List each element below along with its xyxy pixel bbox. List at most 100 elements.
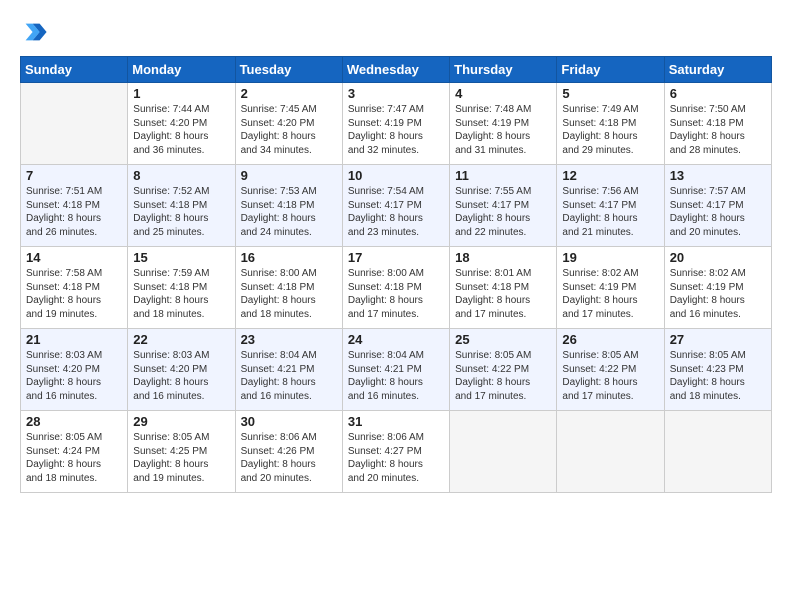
- calendar-cell: 18Sunrise: 8:01 AM Sunset: 4:18 PM Dayli…: [450, 247, 557, 329]
- day-info: Sunrise: 7:47 AM Sunset: 4:19 PM Dayligh…: [348, 103, 444, 157]
- day-info: Sunrise: 8:04 AM Sunset: 4:21 PM Dayligh…: [241, 349, 337, 403]
- header: [20, 18, 772, 46]
- calendar-cell: [21, 83, 128, 165]
- day-number: 28: [26, 414, 122, 429]
- calendar-cell: [450, 411, 557, 493]
- logo-icon: [20, 18, 48, 46]
- day-info: Sunrise: 8:03 AM Sunset: 4:20 PM Dayligh…: [26, 349, 122, 403]
- day-info: Sunrise: 7:45 AM Sunset: 4:20 PM Dayligh…: [241, 103, 337, 157]
- day-info: Sunrise: 8:00 AM Sunset: 4:18 PM Dayligh…: [241, 267, 337, 321]
- calendar-cell: [664, 411, 771, 493]
- day-info: Sunrise: 8:02 AM Sunset: 4:19 PM Dayligh…: [670, 267, 766, 321]
- weekday-header-tuesday: Tuesday: [235, 57, 342, 83]
- day-info: Sunrise: 8:06 AM Sunset: 4:26 PM Dayligh…: [241, 431, 337, 485]
- day-number: 3: [348, 86, 444, 101]
- calendar-cell: 14Sunrise: 7:58 AM Sunset: 4:18 PM Dayli…: [21, 247, 128, 329]
- day-number: 23: [241, 332, 337, 347]
- day-info: Sunrise: 8:05 AM Sunset: 4:24 PM Dayligh…: [26, 431, 122, 485]
- day-number: 16: [241, 250, 337, 265]
- calendar-cell: 10 Sunrise: 7:54 AM Sunset: 4:17 PM Dayli…: [342, 165, 449, 247]
- week-row-4: 21 Sunrise: 8:03 AM Sunset: 4:20 PM Dayli…: [21, 329, 772, 411]
- day-number: 13: [670, 168, 766, 183]
- calendar-cell: 29Sunrise: 8:05 AM Sunset: 4:25 PM Dayli…: [128, 411, 235, 493]
- week-row-2: 7 Sunrise: 7:51 AM Sunset: 4:18 PM Daylig…: [21, 165, 772, 247]
- calendar-cell: 5 Sunrise: 7:49 AM Sunset: 4:18 PM Daylig…: [557, 83, 664, 165]
- day-info: Sunrise: 7:56 AM Sunset: 4:17 PM Dayligh…: [562, 185, 658, 239]
- day-info: Sunrise: 7:57 AM Sunset: 4:17 PM Dayligh…: [670, 185, 766, 239]
- day-info: Sunrise: 7:49 AM Sunset: 4:18 PM Dayligh…: [562, 103, 658, 157]
- calendar-cell: 25 Sunrise: 8:05 AM Sunset: 4:22 PM Dayli…: [450, 329, 557, 411]
- day-number: 25: [455, 332, 551, 347]
- day-number: 27: [670, 332, 766, 347]
- calendar-cell: 15Sunrise: 7:59 AM Sunset: 4:18 PM Dayli…: [128, 247, 235, 329]
- calendar-cell: 11 Sunrise: 7:55 AM Sunset: 4:17 PM Dayli…: [450, 165, 557, 247]
- day-number: 9: [241, 168, 337, 183]
- calendar-cell: 22 Sunrise: 8:03 AM Sunset: 4:20 PM Dayli…: [128, 329, 235, 411]
- day-info: Sunrise: 8:00 AM Sunset: 4:18 PM Dayligh…: [348, 267, 444, 321]
- calendar-cell: 27 Sunrise: 8:05 AM Sunset: 4:23 PM Dayli…: [664, 329, 771, 411]
- day-number: 14: [26, 250, 122, 265]
- day-info: Sunrise: 7:50 AM Sunset: 4:18 PM Dayligh…: [670, 103, 766, 157]
- day-number: 17: [348, 250, 444, 265]
- calendar-cell: 1 Sunrise: 7:44 AM Sunset: 4:20 PM Daylig…: [128, 83, 235, 165]
- day-info: Sunrise: 7:44 AM Sunset: 4:20 PM Dayligh…: [133, 103, 229, 157]
- day-number: 1: [133, 86, 229, 101]
- day-number: 11: [455, 168, 551, 183]
- calendar-cell: 26Sunrise: 8:05 AM Sunset: 4:22 PM Dayli…: [557, 329, 664, 411]
- day-number: 30: [241, 414, 337, 429]
- calendar-cell: [557, 411, 664, 493]
- day-number: 7: [26, 168, 122, 183]
- calendar-cell: 24Sunrise: 8:04 AM Sunset: 4:21 PM Dayli…: [342, 329, 449, 411]
- calendar-cell: 28 Sunrise: 8:05 AM Sunset: 4:24 PM Dayli…: [21, 411, 128, 493]
- logo: [20, 18, 50, 46]
- day-info: Sunrise: 8:05 AM Sunset: 4:22 PM Dayligh…: [455, 349, 551, 403]
- calendar-cell: 31Sunrise: 8:06 AM Sunset: 4:27 PM Dayli…: [342, 411, 449, 493]
- day-info: Sunrise: 8:05 AM Sunset: 4:23 PM Dayligh…: [670, 349, 766, 403]
- day-number: 8: [133, 168, 229, 183]
- calendar-cell: 8 Sunrise: 7:52 AM Sunset: 4:18 PM Daylig…: [128, 165, 235, 247]
- calendar-cell: 23 Sunrise: 8:04 AM Sunset: 4:21 PM Dayli…: [235, 329, 342, 411]
- day-info: Sunrise: 7:54 AM Sunset: 4:17 PM Dayligh…: [348, 185, 444, 239]
- calendar-cell: 3 Sunrise: 7:47 AM Sunset: 4:19 PM Daylig…: [342, 83, 449, 165]
- day-info: Sunrise: 8:06 AM Sunset: 4:27 PM Dayligh…: [348, 431, 444, 485]
- calendar-cell: 12Sunrise: 7:56 AM Sunset: 4:17 PM Dayli…: [557, 165, 664, 247]
- day-number: 20: [670, 250, 766, 265]
- calendar-cell: 13 Sunrise: 7:57 AM Sunset: 4:17 PM Dayli…: [664, 165, 771, 247]
- weekday-header-friday: Friday: [557, 57, 664, 83]
- day-info: Sunrise: 7:52 AM Sunset: 4:18 PM Dayligh…: [133, 185, 229, 239]
- day-info: Sunrise: 7:53 AM Sunset: 4:18 PM Dayligh…: [241, 185, 337, 239]
- week-row-5: 28 Sunrise: 8:05 AM Sunset: 4:24 PM Dayli…: [21, 411, 772, 493]
- calendar-cell: 17 Sunrise: 8:00 AM Sunset: 4:18 PM Dayli…: [342, 247, 449, 329]
- day-info: Sunrise: 7:55 AM Sunset: 4:17 PM Dayligh…: [455, 185, 551, 239]
- day-number: 19: [562, 250, 658, 265]
- weekday-header-wednesday: Wednesday: [342, 57, 449, 83]
- day-number: 2: [241, 86, 337, 101]
- calendar-table: SundayMondayTuesdayWednesdayThursdayFrid…: [20, 56, 772, 493]
- day-number: 6: [670, 86, 766, 101]
- weekday-header-saturday: Saturday: [664, 57, 771, 83]
- day-info: Sunrise: 8:04 AM Sunset: 4:21 PM Dayligh…: [348, 349, 444, 403]
- weekday-header-sunday: Sunday: [21, 57, 128, 83]
- calendar-cell: 20 Sunrise: 8:02 AM Sunset: 4:19 PM Dayli…: [664, 247, 771, 329]
- calendar-cell: 16 Sunrise: 8:00 AM Sunset: 4:18 PM Dayli…: [235, 247, 342, 329]
- weekday-header-thursday: Thursday: [450, 57, 557, 83]
- day-info: Sunrise: 7:59 AM Sunset: 4:18 PM Dayligh…: [133, 267, 229, 321]
- day-info: Sunrise: 8:02 AM Sunset: 4:19 PM Dayligh…: [562, 267, 658, 321]
- day-info: Sunrise: 8:03 AM Sunset: 4:20 PM Dayligh…: [133, 349, 229, 403]
- day-number: 21: [26, 332, 122, 347]
- page: SundayMondayTuesdayWednesdayThursdayFrid…: [0, 0, 792, 612]
- calendar-cell: 30 Sunrise: 8:06 AM Sunset: 4:26 PM Dayli…: [235, 411, 342, 493]
- calendar-cell: 7 Sunrise: 7:51 AM Sunset: 4:18 PM Daylig…: [21, 165, 128, 247]
- day-number: 5: [562, 86, 658, 101]
- day-info: Sunrise: 7:51 AM Sunset: 4:18 PM Dayligh…: [26, 185, 122, 239]
- day-number: 29: [133, 414, 229, 429]
- day-number: 4: [455, 86, 551, 101]
- week-row-3: 14Sunrise: 7:58 AM Sunset: 4:18 PM Dayli…: [21, 247, 772, 329]
- day-info: Sunrise: 8:01 AM Sunset: 4:18 PM Dayligh…: [455, 267, 551, 321]
- calendar-cell: 4Sunrise: 7:48 AM Sunset: 4:19 PM Daylig…: [450, 83, 557, 165]
- weekday-header-monday: Monday: [128, 57, 235, 83]
- week-row-1: 1 Sunrise: 7:44 AM Sunset: 4:20 PM Daylig…: [21, 83, 772, 165]
- day-number: 22: [133, 332, 229, 347]
- calendar-cell: 2 Sunrise: 7:45 AM Sunset: 4:20 PM Daylig…: [235, 83, 342, 165]
- day-number: 10: [348, 168, 444, 183]
